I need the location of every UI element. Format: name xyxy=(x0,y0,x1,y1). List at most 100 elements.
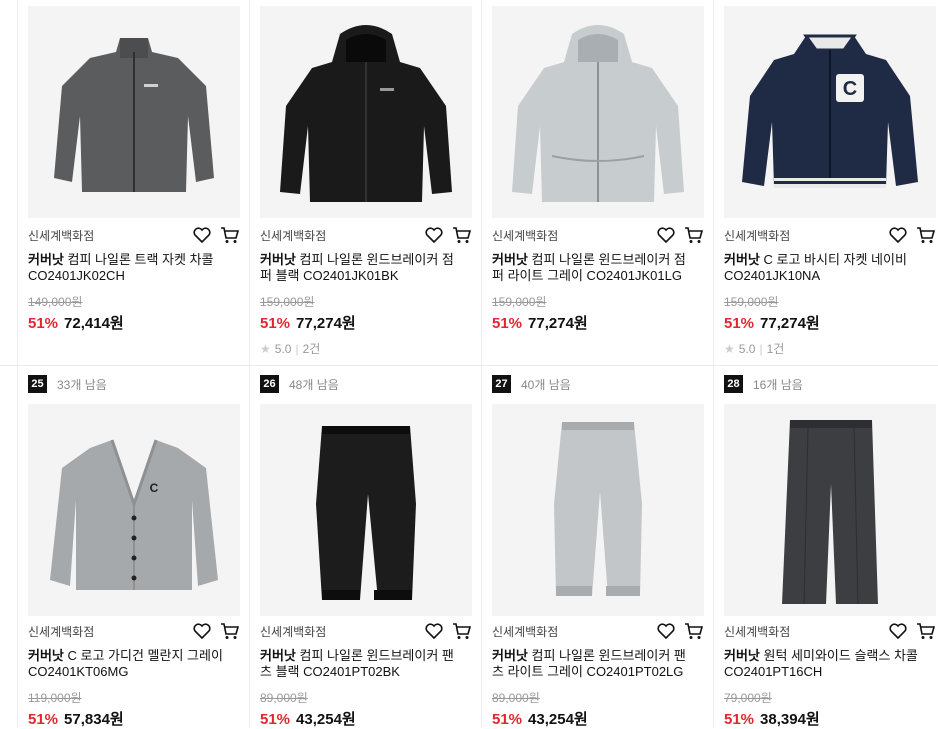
brand-name: 커버낫 xyxy=(724,648,760,663)
rank-badge: 26 xyxy=(260,375,279,393)
product-title[interactable]: 커버낫 C 로고 가디건 멜란지 그레이 CO2401KT06MG xyxy=(28,648,228,680)
product-image[interactable] xyxy=(492,6,704,218)
review-summary[interactable]: ★ 5.0 | 2건 xyxy=(260,340,472,357)
svg-text:C: C xyxy=(150,481,159,495)
seller-name: 신세계백화점 xyxy=(28,624,95,639)
sale-price: 72,414원 xyxy=(64,315,124,332)
seller-name: 신세계백화점 xyxy=(724,228,791,243)
seller-name: 신세계백화점 xyxy=(260,228,327,243)
grid-divider xyxy=(249,0,250,727)
product-image[interactable] xyxy=(260,404,472,616)
rank-badge: 25 xyxy=(28,375,47,393)
rating-value: 5.0 xyxy=(274,341,292,356)
sale-price: 38,394원 xyxy=(760,711,820,728)
stock-remaining: 33개 남음 xyxy=(57,377,107,392)
product-image[interactable] xyxy=(724,404,936,616)
original-price: 159,000원 xyxy=(492,295,547,309)
heart-icon[interactable] xyxy=(888,621,908,641)
stock-remaining: 40개 남음 xyxy=(521,377,571,392)
original-price: 159,000원 xyxy=(724,295,779,309)
discount-rate: 51% xyxy=(260,315,291,332)
grid-divider xyxy=(0,365,938,366)
sale-price: 57,834원 xyxy=(64,711,124,728)
grid-divider xyxy=(481,0,482,727)
heart-icon[interactable] xyxy=(192,621,212,641)
rank-badge: 28 xyxy=(724,375,743,393)
seller-name: 신세계백화점 xyxy=(28,228,95,243)
original-price: 89,000원 xyxy=(260,691,308,705)
product-image[interactable]: C xyxy=(28,404,240,616)
discount-rate: 51% xyxy=(260,711,291,728)
cart-icon[interactable] xyxy=(220,225,240,245)
product-image[interactable] xyxy=(260,6,472,218)
discount-rate: 51% xyxy=(492,711,523,728)
product-title[interactable]: 커버낫 컴피 나일론 트랙 자켓 차콜 CO2401JK02CH xyxy=(28,252,228,284)
heart-icon[interactable] xyxy=(192,225,212,245)
stock-remaining: 16개 남음 xyxy=(753,377,803,392)
sale-price: 77,274원 xyxy=(528,315,588,332)
sale-price: 77,274원 xyxy=(760,315,820,332)
product-title[interactable]: 커버낫 컴피 나일론 윈드브레이커 팬츠 블랙 CO2401PT02BK xyxy=(260,648,460,680)
cart-icon[interactable] xyxy=(452,225,472,245)
product-image[interactable] xyxy=(28,6,240,218)
discount-rate: 51% xyxy=(28,315,59,332)
heart-icon[interactable] xyxy=(424,621,444,641)
discount-rate: 51% xyxy=(492,315,523,332)
sale-price: 43,254원 xyxy=(528,711,588,728)
seller-name: 신세계백화점 xyxy=(492,228,559,243)
divider: | xyxy=(295,341,299,356)
review-summary[interactable]: ★ 5.0 | 1건 xyxy=(724,340,936,357)
rating-value: 5.0 xyxy=(738,341,756,356)
cart-icon[interactable] xyxy=(220,621,240,641)
heart-icon[interactable] xyxy=(656,225,676,245)
product-title[interactable]: 커버낫 컴피 나일론 윈드브레이커 팬츠 라이트 그레이 CO2401PT02L… xyxy=(492,648,692,680)
brand-name: 커버낫 xyxy=(260,648,296,663)
product-image[interactable]: C xyxy=(724,6,936,218)
sale-price: 77,274원 xyxy=(296,315,356,332)
product-title[interactable]: 커버낫 원턱 세미와이드 슬랙스 차콜 CO2401PT16CH xyxy=(724,648,924,680)
review-count: 2건 xyxy=(302,342,321,356)
brand-name: 커버낫 xyxy=(724,252,760,267)
brand-name: 커버낫 xyxy=(28,648,64,663)
divider: | xyxy=(759,341,763,356)
heart-icon[interactable] xyxy=(656,621,676,641)
grid-divider xyxy=(713,0,714,727)
seller-name: 신세계백화점 xyxy=(724,624,791,639)
discount-rate: 51% xyxy=(28,711,59,728)
product-title[interactable]: 커버낫 C 로고 바시티 자켓 네이비 CO2401JK10NA xyxy=(724,252,924,284)
cart-icon[interactable] xyxy=(916,225,936,245)
discount-rate: 51% xyxy=(724,315,755,332)
cart-icon[interactable] xyxy=(684,621,704,641)
original-price: 149,000원 xyxy=(28,295,83,309)
sale-price: 43,254원 xyxy=(296,711,356,728)
rank-row: 25 33개 남음 xyxy=(28,375,107,393)
seller-name: 신세계백화점 xyxy=(492,624,559,639)
svg-text:C: C xyxy=(843,78,857,100)
product-title[interactable]: 커버낫 컴피 나일론 윈드브레이커 점퍼 라이트 그레이 CO2401JK01L… xyxy=(492,252,692,284)
cart-icon[interactable] xyxy=(452,621,472,641)
rank-badge: 27 xyxy=(492,375,511,393)
brand-name: 커버낫 xyxy=(492,252,528,267)
heart-icon[interactable] xyxy=(424,225,444,245)
product-image[interactable] xyxy=(492,404,704,616)
rank-row: 28 16개 남음 xyxy=(724,375,803,393)
grid-divider xyxy=(17,0,18,727)
original-price: 119,000원 xyxy=(28,691,82,705)
heart-icon[interactable] xyxy=(888,225,908,245)
original-price: 89,000원 xyxy=(492,691,540,705)
stock-remaining: 48개 남음 xyxy=(289,377,339,392)
cart-icon[interactable] xyxy=(684,225,704,245)
seller-name: 신세계백화점 xyxy=(260,624,327,639)
review-count: 1건 xyxy=(766,342,785,356)
rank-row: 27 40개 남음 xyxy=(492,375,571,393)
rank-row: 26 48개 남음 xyxy=(260,375,339,393)
product-title[interactable]: 커버낫 컴피 나일론 윈드브레이커 점퍼 블랙 CO2401JK01BK xyxy=(260,252,460,284)
original-price: 79,000원 xyxy=(724,691,772,705)
brand-name: 커버낫 xyxy=(260,252,296,267)
star-icon: ★ xyxy=(724,341,735,356)
brand-name: 커버낫 xyxy=(28,252,64,267)
star-icon: ★ xyxy=(260,341,271,356)
original-price: 159,000원 xyxy=(260,295,315,309)
discount-rate: 51% xyxy=(724,711,755,728)
cart-icon[interactable] xyxy=(916,621,936,641)
